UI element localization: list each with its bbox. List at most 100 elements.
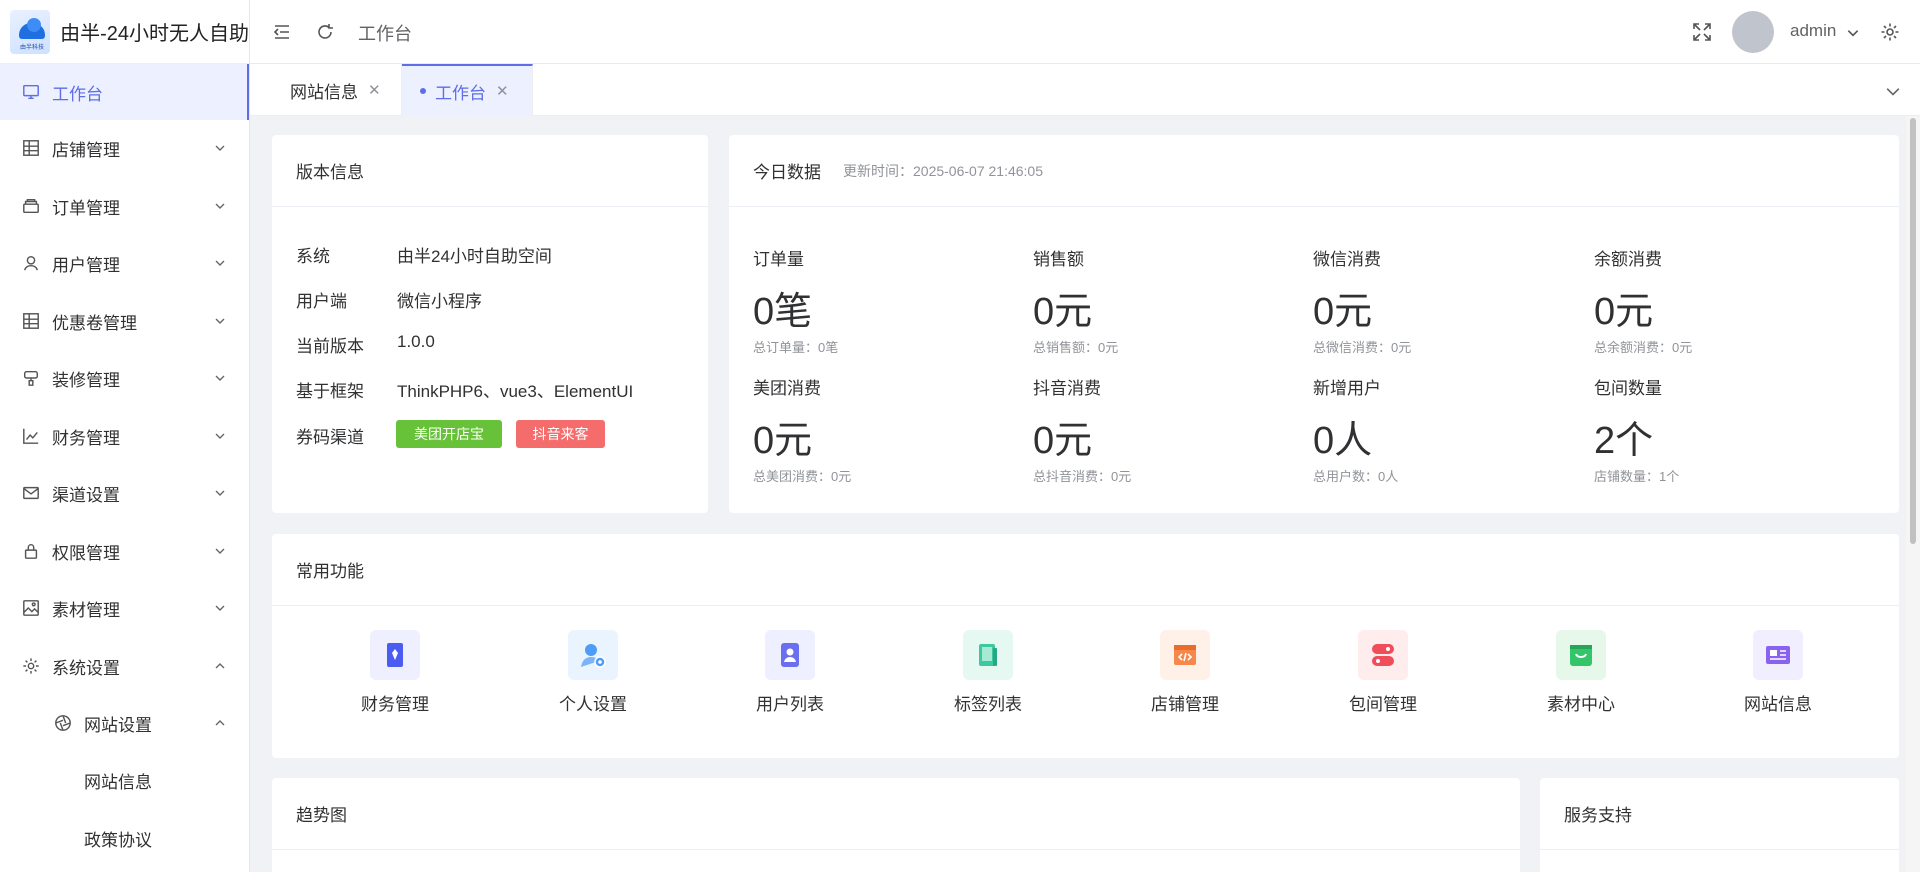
- stat-new-users: 新增用户 0人 总用户数：0人: [1313, 374, 1398, 485]
- sidebar-item-label: 装修管理: [52, 370, 120, 390]
- stat-total: 总销售额：0元: [1033, 340, 1119, 355]
- store-icon: [1160, 630, 1210, 680]
- quick-item-store-management[interactable]: 店铺管理: [1105, 630, 1265, 715]
- app-title: 由半-24小时无人自助: [60, 23, 249, 45]
- quick-functions-card: 常用功能 财务管理 个人设置 用户列表 标签列表 店铺管理 包间管理 素材中心 …: [272, 534, 1899, 758]
- username[interactable]: admin: [1790, 21, 1836, 41]
- sidebar-item-decoration[interactable]: 装修管理: [0, 350, 249, 406]
- stat-total: 总抖音消费：0元: [1033, 469, 1132, 484]
- sidebar-item-orders[interactable]: 订单管理: [0, 178, 249, 234]
- fullscreen-icon[interactable]: [1692, 22, 1712, 42]
- quick-item-label: 个人设置: [559, 695, 627, 714]
- version-key: 基于框架: [296, 382, 364, 401]
- stat-label: 美团消费: [753, 379, 821, 398]
- chevron-down-icon[interactable]: [1846, 26, 1860, 40]
- sidebar-item-coupons[interactable]: 优惠卷管理: [0, 293, 249, 349]
- quick-item-label: 店铺管理: [1151, 695, 1219, 714]
- sidebar: 由半科技 由半-24小时无人自助 工作台 店铺管理 订单管理 用户管理 优惠卷管…: [0, 0, 250, 872]
- quick-item-personal-settings[interactable]: 个人设置: [513, 630, 673, 715]
- stat-balance: 余额消费 0元 总余额消费：0元: [1594, 245, 1692, 356]
- refresh-icon[interactable]: [315, 22, 335, 42]
- chevron-down-icon: [215, 318, 225, 324]
- sidebar-item-label: 优惠卷管理: [52, 313, 137, 333]
- tab-website-info[interactable]: 网站信息 ✕: [250, 64, 402, 116]
- chevron-up-icon: [215, 663, 225, 669]
- chevron-down-icon: [215, 260, 225, 266]
- card-title: 版本信息: [272, 135, 708, 207]
- sidebar-item-finance[interactable]: 财务管理: [0, 408, 249, 464]
- sidebar-item-system-settings[interactable]: 系统设置: [0, 638, 249, 694]
- tab-dashboard[interactable]: 工作台 ✕: [402, 64, 533, 116]
- sidebar-item-dashboard[interactable]: 工作台: [0, 64, 249, 120]
- sidebar-item-label: 系统设置: [52, 658, 120, 678]
- tag-list-icon: [963, 630, 1013, 680]
- tab-label: 网站信息: [290, 82, 358, 102]
- close-icon[interactable]: ✕: [496, 82, 509, 100]
- sidebar-item-website-info[interactable]: 网站信息: [0, 752, 249, 808]
- stat-label: 抖音消费: [1033, 379, 1101, 398]
- breadcrumb: 工作台: [358, 24, 412, 44]
- scrollbar-thumb[interactable]: [1910, 118, 1916, 544]
- sidebar-item-label: 店铺管理: [52, 140, 120, 160]
- version-key: 当前版本: [296, 337, 364, 356]
- sidebar-item-materials[interactable]: 素材管理: [0, 580, 249, 636]
- finance-icon: [370, 630, 420, 680]
- gear-icon[interactable]: [1880, 22, 1900, 42]
- sidebar-item-label: 网站设置: [84, 715, 152, 735]
- aperture-icon: [55, 715, 71, 731]
- top-header: 工作台 admin: [250, 0, 1920, 64]
- quick-item-material-center[interactable]: 素材中心: [1501, 630, 1661, 715]
- close-icon[interactable]: ✕: [368, 81, 381, 99]
- stat-total: 总订单量：0笔: [753, 340, 839, 355]
- stat-total: 总微信消费：0元: [1313, 340, 1412, 355]
- grid-icon: [23, 313, 39, 329]
- sidebar-item-users[interactable]: 用户管理: [0, 235, 249, 291]
- stat-value: 0元: [753, 420, 813, 462]
- chevron-down-icon: [215, 375, 225, 381]
- sidebar-item-label: 权限管理: [52, 543, 120, 563]
- layers-icon: [23, 198, 39, 214]
- user-settings-icon: [568, 630, 618, 680]
- chevron-down-icon: [215, 548, 225, 554]
- stat-total: 店铺数量：1个: [1594, 469, 1680, 484]
- card-title: 今日数据: [753, 163, 821, 182]
- quick-item-room-management[interactable]: 包间管理: [1303, 630, 1463, 715]
- brush-icon: [23, 370, 39, 386]
- sidebar-item-website-settings[interactable]: 网站设置: [0, 695, 249, 751]
- sidebar-item-channels[interactable]: 渠道设置: [0, 465, 249, 521]
- avatar[interactable]: [1732, 11, 1774, 53]
- card-title: 趋势图: [272, 778, 1520, 850]
- sidebar-item-label: 财务管理: [52, 428, 120, 448]
- chevron-down-icon: [215, 605, 225, 611]
- stat-label: 销售额: [1033, 250, 1084, 269]
- sidebar-item-label: 渠道设置: [52, 485, 120, 505]
- quick-item-finance[interactable]: 财务管理: [315, 630, 475, 715]
- card-header: 今日数据 更新时间：2025-06-07 21:46:05: [729, 135, 1899, 207]
- collapse-menu-icon[interactable]: [272, 22, 292, 42]
- stat-value: 0人: [1313, 420, 1373, 462]
- quick-item-website-info[interactable]: 网站信息: [1698, 630, 1858, 715]
- stat-value: 0元: [1594, 291, 1654, 333]
- quick-item-user-list[interactable]: 用户列表: [710, 630, 870, 715]
- quick-item-label: 素材中心: [1547, 695, 1615, 714]
- sidebar-item-store[interactable]: 店铺管理: [0, 120, 249, 176]
- stat-total: 总用户数：0人: [1313, 469, 1399, 484]
- stat-sales: 销售额 0元 总销售额：0元: [1033, 245, 1118, 356]
- stat-label: 订单量: [753, 250, 804, 269]
- quick-item-tag-list[interactable]: 标签列表: [908, 630, 1068, 715]
- sidebar-item-policy[interactable]: 政策协议: [0, 810, 249, 866]
- stat-douyin: 抖音消费 0元 总抖音消费：0元: [1033, 374, 1131, 485]
- stat-meituan: 美团消费 0元 总美团消费：0元: [753, 374, 851, 485]
- stat-orders: 订单量 0笔 总订单量：0笔: [753, 245, 838, 356]
- logo: 由半科技: [10, 9, 51, 54]
- user-icon: [24, 255, 38, 271]
- stat-total: 总美团消费：0元: [753, 469, 852, 484]
- chevron-down-icon[interactable]: [1886, 84, 1900, 98]
- stat-value: 0元: [1033, 291, 1093, 333]
- sidebar-item-permissions[interactable]: 权限管理: [0, 523, 249, 579]
- trend-card: 趋势图: [272, 778, 1520, 872]
- sidebar-item-label: 订单管理: [52, 198, 120, 218]
- image-icon: [23, 600, 39, 616]
- today-card: 今日数据 更新时间：2025-06-07 21:46:05 订单量 0笔 总订单…: [729, 135, 1899, 513]
- sidebar-item-label: 网站信息: [84, 772, 152, 792]
